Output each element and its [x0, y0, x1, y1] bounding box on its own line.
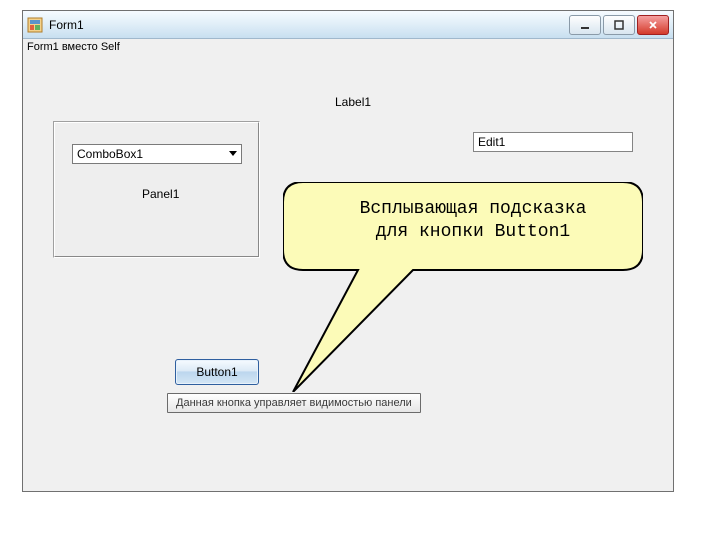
- maximize-icon: [614, 20, 624, 30]
- minimize-button[interactable]: [569, 15, 601, 35]
- close-button[interactable]: [637, 15, 669, 35]
- edit1-input[interactable]: [473, 132, 633, 152]
- panel1: ComboBox1 Panel1: [53, 121, 260, 258]
- client-area: Form1 вместо Self Label1 ComboBox1 Panel…: [23, 39, 673, 491]
- window-title: Form1: [49, 18, 569, 32]
- app-icon: [27, 17, 43, 33]
- form-window: Form1 Form1 вместо Self Label1: [22, 10, 674, 492]
- callout-text: Всплывающая подсказка для кнопки Button1: [313, 198, 633, 243]
- minimize-icon: [580, 20, 590, 30]
- subheader-label: Form1 вместо Self: [27, 41, 120, 53]
- button1[interactable]: Button1: [175, 359, 259, 385]
- combobox1-dropdown-button[interactable]: [225, 145, 241, 163]
- window-controls: [569, 15, 669, 35]
- panel1-caption: Panel1: [142, 187, 179, 201]
- titlebar[interactable]: Form1: [23, 11, 673, 39]
- callout-balloon: Всплывающая подсказка для кнопки Button1: [283, 182, 643, 372]
- label1: Label1: [335, 95, 371, 109]
- tooltip-box: Данная кнопка управляет видимостью панел…: [167, 393, 421, 413]
- combobox1-text: ComboBox1: [73, 147, 225, 161]
- combobox1[interactable]: ComboBox1: [72, 144, 242, 164]
- close-icon: [648, 20, 658, 30]
- callout-line2: для кнопки Button1: [376, 222, 570, 242]
- chevron-down-icon: [229, 151, 237, 157]
- maximize-button[interactable]: [603, 15, 635, 35]
- button1-label: Button1: [196, 365, 237, 379]
- callout-line1: Всплывающая подсказка: [360, 199, 587, 219]
- tooltip-text: Данная кнопка управляет видимостью панел…: [176, 397, 412, 409]
